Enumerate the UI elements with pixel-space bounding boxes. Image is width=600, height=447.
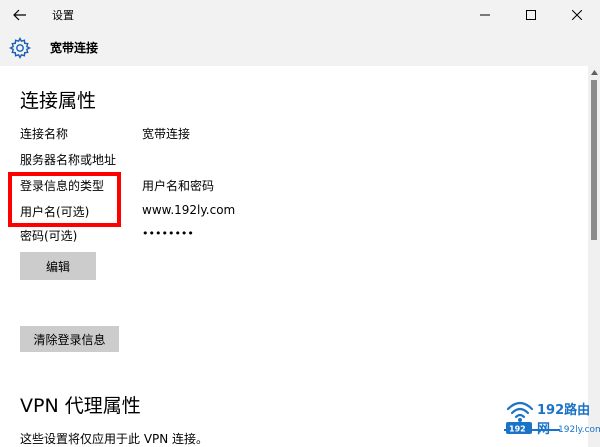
maximize-icon: [526, 10, 536, 20]
page-header: 宽带连接: [0, 30, 600, 66]
close-button[interactable]: [554, 0, 600, 30]
scroll-up-arrow[interactable]: [588, 66, 600, 78]
password-value: ••••••••: [142, 227, 194, 240]
connection-properties-heading: 连接属性: [20, 90, 97, 112]
sign-in-type-value: 用户名和密码: [142, 179, 215, 193]
edit-button[interactable]: 编辑: [20, 252, 96, 280]
username-label: 用户名(可选): [20, 205, 90, 219]
svg-text:192: 192: [509, 425, 526, 434]
password-label: 密码(可选): [20, 229, 78, 243]
title-bar: 设置: [0, 0, 600, 30]
scroll-up-icon: [590, 69, 598, 75]
gear-icon: [8, 36, 32, 60]
server-address-label: 服务器名称或地址: [20, 153, 117, 167]
vpn-proxy-heading: VPN 代理属性: [20, 395, 141, 417]
watermark-url: 192ly.com: [558, 425, 600, 435]
window-title: 设置: [52, 9, 74, 22]
vpn-proxy-note: 这些设置将仅应用于此 VPN 连接。: [20, 432, 209, 446]
maximize-button[interactable]: [508, 0, 554, 30]
back-button[interactable]: [8, 3, 32, 27]
connection-name-label: 连接名称: [20, 127, 69, 141]
settings-content: 连接属性 连接名称 宽带连接 服务器名称或地址 登录信息的类型 用户名和密码 用…: [0, 66, 588, 447]
page-title: 宽带连接: [50, 41, 99, 55]
minimize-button[interactable]: [462, 0, 508, 30]
back-arrow-icon: [13, 9, 26, 21]
close-icon: [572, 10, 582, 20]
minimize-icon: [480, 14, 490, 16]
sign-in-type-label: 登录信息的类型: [20, 179, 105, 193]
vertical-scrollbar[interactable]: [588, 66, 600, 447]
connection-name-value: 宽带连接: [142, 127, 191, 141]
scrollbar-thumb[interactable]: [591, 80, 597, 240]
clear-sign-in-info-button[interactable]: 清除登录信息: [20, 326, 119, 352]
username-value: www.192ly.com: [142, 203, 236, 217]
